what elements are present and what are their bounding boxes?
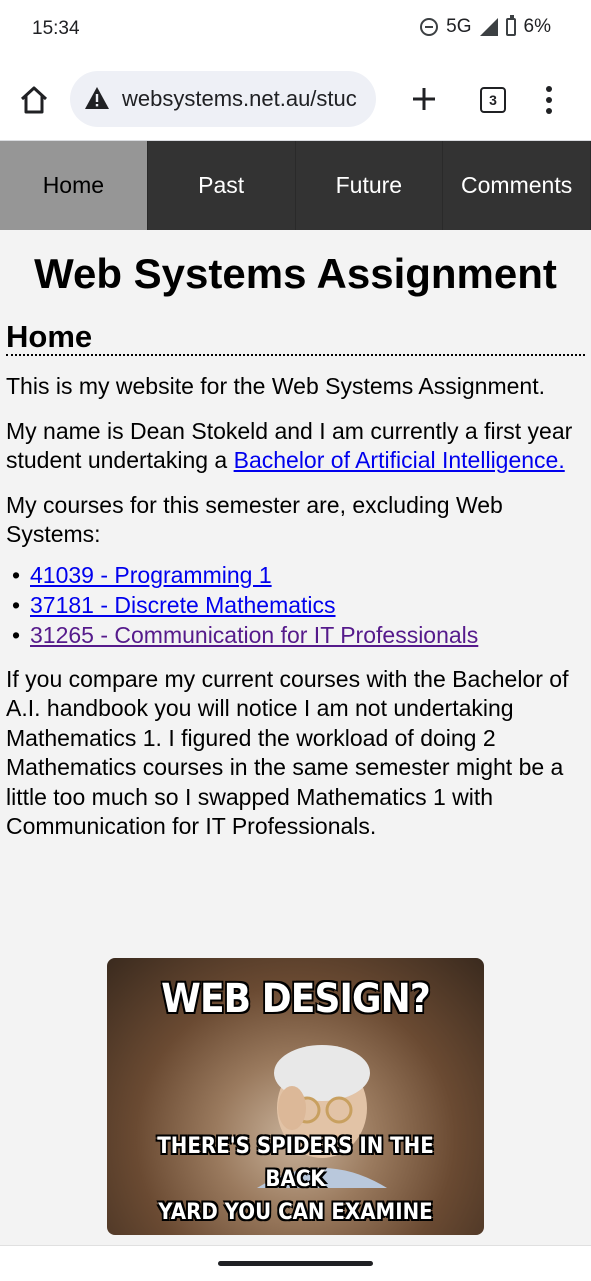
tab-count: 3 xyxy=(489,92,497,108)
not-secure-warning-icon[interactable] xyxy=(84,86,110,110)
nav-item-future[interactable]: Future xyxy=(296,141,444,230)
gesture-nav-bar xyxy=(0,1245,591,1281)
course-link-41039[interactable]: 41039 - Programming 1 xyxy=(30,562,272,588)
intro-paragraph: This is my website for the Web Systems A… xyxy=(6,373,545,399)
meme-bottom-line-1: THERE'S SPIDERS IN THE BACK xyxy=(157,1134,434,1192)
tab-switcher-icon[interactable]: 3 xyxy=(480,87,506,113)
status-time: 15:34 xyxy=(32,18,80,39)
page-content: This is my website for the Web Systems A… xyxy=(0,372,591,842)
battery-icon xyxy=(505,15,516,36)
signal-icon xyxy=(479,18,498,36)
degree-link[interactable]: Bachelor of Artificial Intelligence. xyxy=(234,447,565,473)
more-vert-icon[interactable] xyxy=(545,86,553,114)
address-bar[interactable]: websystems.net.au/stuc xyxy=(70,71,376,127)
list-item: 31265 - Communication for IT Professiona… xyxy=(6,620,585,650)
course-list: 41039 - Programming 1 37181 - Discrete M… xyxy=(6,560,585,650)
about-paragraph: My name is Dean Stokeld and I am current… xyxy=(6,417,585,476)
home-icon[interactable] xyxy=(18,84,50,116)
status-indicators: 5G 6% xyxy=(420,15,551,38)
url-text[interactable]: websystems.net.au/stuc xyxy=(122,86,368,112)
nav-item-home[interactable]: Home xyxy=(0,141,148,230)
list-item: 41039 - Programming 1 xyxy=(6,560,585,590)
gesture-handle[interactable] xyxy=(218,1261,373,1266)
status-bar: 15:34 5G 6% xyxy=(0,0,591,58)
meme-bottom-text: THERE'S SPIDERS IN THE BACK YARD YOU CAN… xyxy=(126,1130,465,1229)
new-tab-plus-icon[interactable] xyxy=(410,85,438,113)
nav-item-comments[interactable]: Comments xyxy=(443,141,591,230)
courses-intro: My courses for this semester are, exclud… xyxy=(6,491,503,548)
meme-top-text: WEB DESIGN? xyxy=(161,976,431,1022)
browser-toolbar: websystems.net.au/stuc 3 xyxy=(0,58,591,141)
meme-bottom-line-2: YARD YOU CAN EXAMINE xyxy=(158,1200,433,1225)
site-nav: Home Past Future Comments xyxy=(0,141,591,230)
meme-image: WEB DESIGN? THERE'S SPIDERS IN THE BACK … xyxy=(107,958,484,1235)
list-item: 37181 - Discrete Mathematics xyxy=(6,590,585,620)
network-type: 5G xyxy=(446,16,472,37)
do-not-disturb-icon xyxy=(420,18,439,36)
battery-level: 6% xyxy=(523,16,551,37)
explanation-paragraph: If you compare my current courses with t… xyxy=(6,665,569,840)
nav-item-past[interactable]: Past xyxy=(148,141,296,230)
course-link-31265[interactable]: 31265 - Communication for IT Professiona… xyxy=(30,622,478,648)
section-heading: Home xyxy=(6,320,585,356)
web-page: Home Past Future Comments Web Systems As… xyxy=(0,141,591,1245)
course-link-37181[interactable]: 37181 - Discrete Mathematics xyxy=(30,592,336,618)
page-title: Web Systems Assignment xyxy=(34,250,557,297)
